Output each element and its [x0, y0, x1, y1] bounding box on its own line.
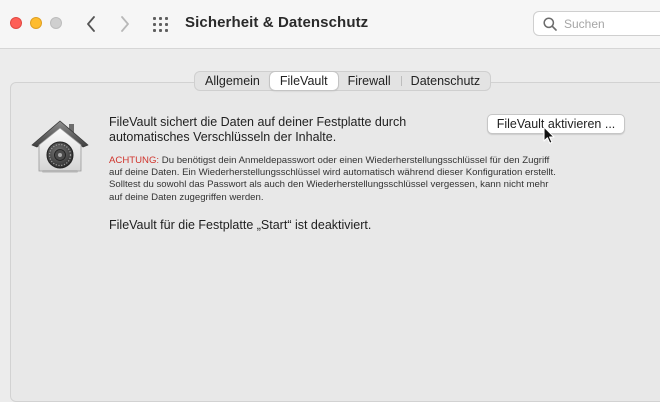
description-line: FileVault sichert die Daten auf deiner F… [109, 115, 407, 129]
tab-bar: Allgemein FileVault Firewall Datenschutz [194, 71, 492, 91]
warning-line: Du benötigst dein Anmeldepasswort oder e… [159, 155, 550, 166]
filevault-description: FileVault sichert die Daten auf deiner F… [109, 115, 439, 145]
tab-filevault[interactable]: FileVault [269, 72, 338, 90]
activate-filevault-button[interactable]: FileVault aktivieren ... [487, 114, 625, 134]
close-window-button[interactable] [10, 17, 22, 29]
warning-line: Solltest du sowohl das Passwort als auch… [109, 179, 549, 191]
window-title: Sicherheit & Datenschutz [185, 14, 369, 31]
description-line: automatisches Verschlüsseln der Inhalte. [109, 130, 337, 144]
warning-line: auf deine Daten zugegriffen werden. [109, 191, 264, 203]
title-bar: Sicherheit & Datenschutz [0, 0, 660, 49]
zoom-window-button[interactable] [50, 17, 62, 29]
back-button[interactable] [80, 12, 102, 36]
filevault-house-safe-icon [31, 120, 89, 173]
tab-allgemein[interactable]: Allgemein [195, 72, 270, 90]
chevron-left-icon [87, 16, 95, 32]
search-icon [543, 17, 557, 31]
warning-label: ACHTUNG: [109, 155, 160, 166]
minimize-window-button[interactable] [30, 17, 42, 29]
filevault-status: FileVault für die Festplatte „Start“ ist… [109, 218, 372, 232]
warning-text: ACHTUNG: Du benötigst dein Anmeldepasswo… [109, 155, 639, 204]
search-input[interactable] [564, 15, 660, 33]
search-field[interactable] [533, 11, 660, 36]
forward-button[interactable] [114, 12, 136, 36]
tab-firewall[interactable]: Firewall [338, 72, 401, 90]
show-all-button[interactable] [151, 14, 171, 34]
show-all-grid-icon [151, 14, 171, 34]
chevron-right-icon [121, 16, 129, 32]
tab-datenschutz[interactable]: Datenschutz [400, 72, 490, 90]
warning-line: auf deine Daten. Ein Wiederherstellungss… [109, 167, 556, 179]
mouse-pointer-icon [543, 126, 555, 144]
